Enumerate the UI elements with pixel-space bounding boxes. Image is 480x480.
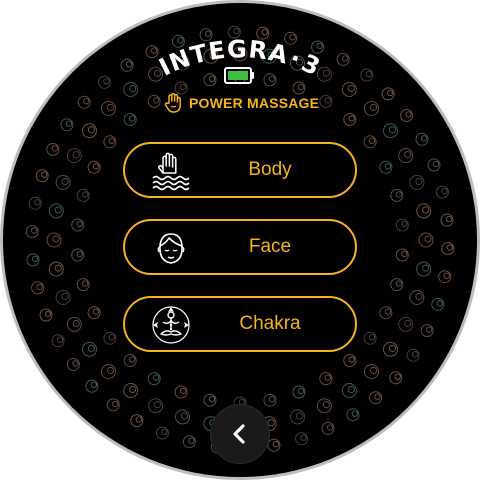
watch-screen: INTEGRA·3 POWER MASSAGE Body Face Chakra [3, 3, 477, 477]
pattern-motif [431, 297, 445, 311]
pattern-motif [66, 316, 82, 332]
pattern-motif [406, 348, 420, 362]
battery-icon [224, 67, 254, 84]
pattern-motif [438, 270, 452, 284]
pattern-motif [147, 372, 161, 386]
pattern-motif [379, 160, 393, 174]
chakra-button-label: Chakra [239, 313, 301, 334]
pattern-motif [39, 308, 53, 322]
pattern-motif [363, 331, 377, 345]
pattern-motif [48, 203, 64, 219]
pattern-motif [103, 331, 117, 345]
pattern-motif [51, 334, 65, 348]
body-button-label: Body [248, 159, 292, 180]
pattern-motif [46, 232, 62, 248]
pattern-motif [76, 188, 90, 202]
pattern-motif [66, 148, 82, 164]
pattern-motif [35, 169, 49, 183]
pattern-motif [106, 398, 120, 412]
back-button[interactable] [211, 405, 269, 463]
pattern-motif [31, 281, 45, 295]
pattern-motif [148, 398, 164, 414]
pattern-motif [175, 409, 190, 425]
pattern-motif [435, 185, 449, 199]
pattern-motif [123, 383, 139, 398]
pattern-motif [395, 248, 409, 262]
pattern-motif [409, 290, 425, 305]
body-button[interactable]: Body [123, 142, 357, 198]
pattern-motif [28, 196, 42, 210]
pattern-motif [155, 426, 169, 440]
pattern-motif [418, 232, 434, 248]
chevron-left-icon [233, 424, 245, 444]
pattern-motif [55, 175, 71, 190]
pattern-motif [82, 341, 97, 357]
pattern-motif [364, 364, 379, 379]
pattern-motif [379, 306, 393, 320]
pattern-motif [174, 385, 188, 399]
pattern-motif [390, 278, 404, 292]
pattern-motif [101, 364, 116, 379]
pattern-motif [343, 354, 357, 367]
pattern-motif [85, 379, 99, 393]
pattern-motif [316, 398, 332, 414]
pattern-motif [71, 218, 85, 232]
pattern-motif [416, 203, 432, 219]
pattern-motif [130, 414, 144, 428]
pattern-motif [295, 432, 309, 446]
pattern-motif [398, 148, 414, 164]
pattern-motif [420, 324, 434, 338]
pattern-motif [390, 188, 404, 202]
hand-icon [164, 92, 181, 113]
pattern-motif [409, 175, 425, 190]
pattern-motif [292, 385, 306, 399]
pattern-motif [427, 158, 441, 172]
battery-fill [228, 71, 248, 80]
pattern-motif [76, 278, 90, 292]
pattern-motif [203, 393, 217, 407]
pattern-motif [55, 290, 71, 305]
pattern-motif [66, 358, 80, 371]
pattern-motif [369, 391, 383, 405]
pattern-motif [383, 341, 398, 357]
pattern-motif [440, 213, 454, 227]
face-button[interactable]: Face [123, 219, 357, 275]
mode-indicator: POWER MASSAGE [163, 91, 319, 115]
pattern-motif [416, 261, 432, 277]
pattern-motif [26, 253, 40, 267]
pattern-motif [290, 409, 305, 425]
pattern-motif [321, 421, 335, 435]
pattern-motif [346, 408, 360, 422]
pattern-motif [267, 438, 281, 452]
pattern-motif [46, 142, 60, 156]
pattern-motif [25, 225, 39, 238]
face-button-label: Face [248, 236, 292, 257]
pattern-motif [87, 160, 101, 174]
pattern-motif [319, 372, 333, 386]
pattern-motif [71, 248, 85, 262]
pattern-motif [389, 371, 403, 385]
mode-label: POWER MASSAGE [189, 95, 320, 111]
pattern-motif [182, 435, 196, 449]
pattern-motif [395, 218, 409, 232]
pattern-motif [398, 316, 414, 332]
chakra-button[interactable]: Chakra [123, 296, 357, 352]
pattern-motif [48, 261, 64, 277]
pattern-motif [123, 354, 137, 367]
brand-name: INTEGRA [155, 35, 292, 81]
pattern-motif [441, 242, 455, 255]
pattern-motif [263, 393, 277, 407]
pattern-motif [341, 383, 357, 398]
watch-face: INTEGRA·3 POWER MASSAGE Body Face Chakra [0, 0, 480, 480]
pattern-motif [87, 306, 101, 320]
